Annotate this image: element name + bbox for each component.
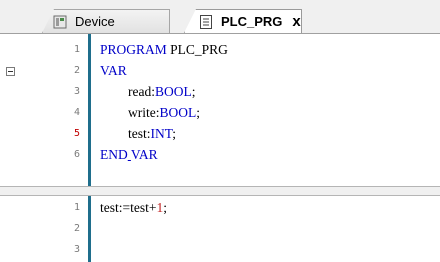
- line-number: 1: [73, 202, 80, 213]
- code-line[interactable]: 6 END VAR: [0, 145, 440, 165]
- line-number: 1: [73, 44, 80, 55]
- tab-device[interactable]: Device: [42, 9, 170, 33]
- declaration-editor[interactable]: 1 PROGRAM PLC_PRG 2 VAR 3 read:BOOL; 4 w…: [0, 34, 440, 186]
- line-number: 2: [73, 223, 80, 234]
- code-text: PROGRAM PLC_PRG: [100, 40, 228, 60]
- code-text: read:BOOL;: [128, 84, 196, 99]
- code-line[interactable]: 5 test:INT;: [0, 124, 440, 144]
- program-icon: [200, 14, 212, 29]
- close-icon[interactable]: x: [292, 14, 300, 29]
- editor-tab-strip: Device PLC_PRG x: [0, 0, 440, 34]
- variable-type: BOOL: [155, 84, 192, 99]
- code-text: VAR: [100, 61, 127, 81]
- line-number: 2: [73, 65, 80, 76]
- variable-name: write: [128, 105, 156, 120]
- code-text: test:INT;: [128, 126, 177, 141]
- variable-type: INT: [150, 126, 173, 141]
- variable-name: test: [130, 200, 149, 215]
- code-line[interactable]: 1 test:=test+1;: [0, 198, 440, 218]
- line-number: 6: [73, 149, 80, 160]
- code-text: test:=test+1;: [100, 198, 167, 218]
- code-line[interactable]: 1 PROGRAM PLC_PRG: [0, 40, 440, 60]
- tab-plc-prg[interactable]: PLC_PRG x: [184, 9, 302, 33]
- assign-operator: :=: [118, 200, 131, 215]
- device-icon: [53, 15, 67, 28]
- code-line[interactable]: 3: [0, 240, 440, 260]
- program-name: PLC_PRG: [166, 42, 228, 57]
- keyword: PROGRAM: [100, 42, 167, 57]
- variable-name: test: [100, 200, 119, 215]
- tab-plc-prg-label: PLC_PRG: [221, 14, 283, 29]
- pane-splitter[interactable]: [0, 186, 440, 196]
- code-line[interactable]: 4 write:BOOL;: [0, 103, 440, 123]
- code-line[interactable]: 2 VAR: [0, 61, 440, 81]
- keyword: VAR: [100, 63, 127, 78]
- statement-end: ;: [163, 200, 168, 215]
- keyword: END: [100, 147, 128, 162]
- line-number: 4: [73, 107, 80, 118]
- operator: +: [148, 200, 157, 215]
- tab-device-label: Device: [75, 14, 115, 29]
- collapse-icon[interactable]: [6, 67, 15, 76]
- code-text: END VAR: [100, 145, 158, 165]
- code-line[interactable]: 3 read:BOOL;: [0, 82, 440, 102]
- line-number: 3: [73, 244, 80, 255]
- variable-name: test: [128, 126, 147, 141]
- line-number: 3: [73, 86, 80, 97]
- code-text: write:BOOL;: [128, 105, 201, 120]
- keyword: VAR: [130, 147, 158, 162]
- line-number-modified: 5: [73, 128, 80, 139]
- implementation-editor[interactable]: 1 test:=test+1; 2 3: [0, 196, 440, 262]
- code-line[interactable]: 2: [0, 219, 440, 239]
- variable-name: read: [128, 84, 152, 99]
- variable-type: BOOL: [159, 105, 197, 120]
